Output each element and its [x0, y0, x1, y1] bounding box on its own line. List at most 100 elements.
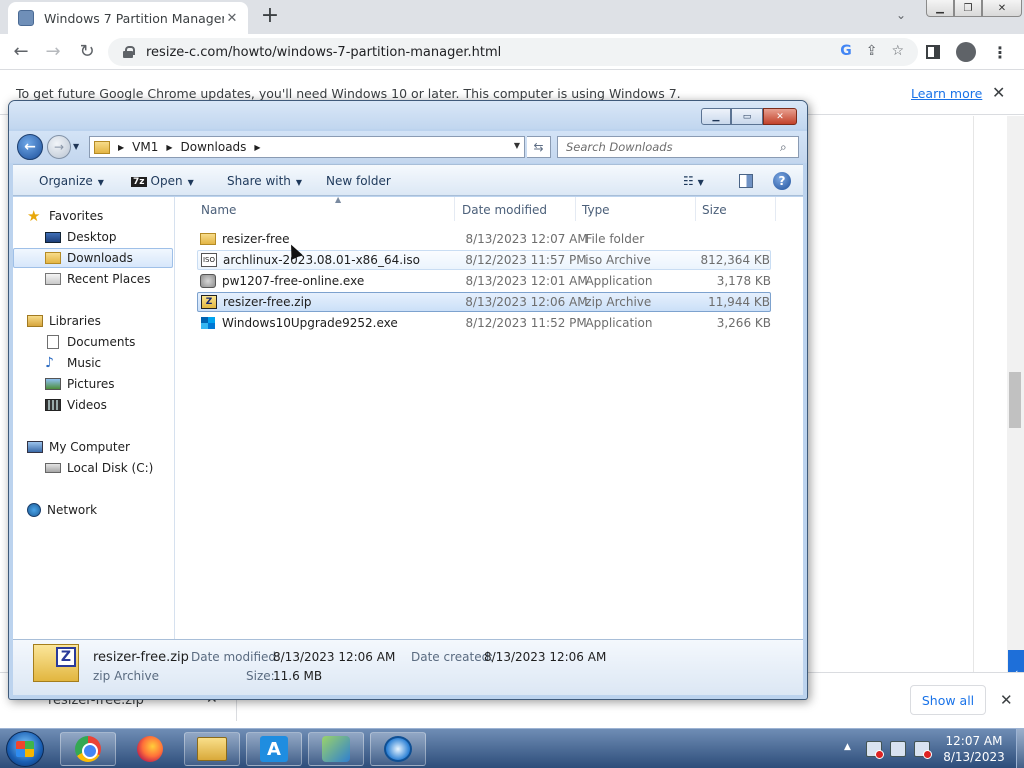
infobar-close-icon[interactable]: ✕ [992, 83, 1005, 102]
nav-recent-places[interactable]: Recent Places [13, 269, 173, 289]
nav-music[interactable]: ♪ Music [13, 353, 173, 373]
nav-desktop[interactable]: Desktop [13, 227, 173, 247]
file-type: Application [585, 274, 653, 288]
back-arrow-icon[interactable]: ← [8, 40, 34, 66]
start-button[interactable] [6, 731, 44, 767]
explorer-minimize-button[interactable]: ▁ [701, 108, 731, 125]
google-lens-icon[interactable]: G [840, 43, 852, 59]
lock-icon[interactable] [122, 46, 135, 58]
chrome-minimize-button[interactable]: ▁ [926, 0, 954, 17]
side-panel-icon[interactable] [926, 45, 940, 59]
column-header-date[interactable]: Date modified [456, 197, 576, 221]
documents-icon [47, 335, 59, 349]
videos-icon [45, 399, 61, 411]
tab-title: Windows 7 Partition Manager – Fre [44, 10, 224, 26]
taskbar-av-button[interactable]: A [246, 732, 302, 766]
explorer-maximize-button[interactable]: ▭ [731, 108, 763, 125]
action-center-icon[interactable] [866, 741, 884, 759]
file-size: 3,266 KB [716, 316, 771, 330]
breadcrumb-arrow-icon[interactable]: ▶ [250, 143, 264, 152]
explorer-refresh-icon[interactable]: ⇆ [527, 136, 551, 158]
nav-my-computer[interactable]: My Computer [13, 437, 173, 457]
forward-arrow-icon[interactable]: → [40, 40, 66, 66]
explorer-address-bar[interactable]: ▶ VM1 ▶ Downloads ▶ ▼ [89, 136, 525, 158]
file-row[interactable]: pw1207-free-online.exe 8/13/2023 12:01 A… [197, 271, 771, 291]
breadcrumb-vm1[interactable]: VM1 [128, 140, 162, 154]
taskbar-sync-button[interactable] [370, 732, 426, 766]
nav-pictures[interactable]: Pictures [13, 374, 173, 394]
nav-videos[interactable]: Videos [13, 395, 173, 415]
nav-downloads[interactable]: Downloads [13, 248, 173, 268]
scrollbar-thumb[interactable] [1009, 372, 1021, 428]
url-text[interactable]: resize-c.com/howto/windows-7-partition-m… [146, 45, 501, 60]
profile-avatar-icon[interactable] [956, 42, 976, 62]
tab-close-icon[interactable]: ✕ [224, 11, 240, 26]
network-status-icon[interactable] [890, 741, 906, 757]
explorer-back-icon[interactable]: ← [17, 134, 43, 160]
help-icon[interactable]: ? [773, 172, 791, 190]
chrome-close-button[interactable]: ✕ [982, 0, 1022, 17]
bookmark-star-icon[interactable]: ☆ [891, 43, 904, 59]
sort-ascending-icon: ▲ [335, 195, 342, 204]
system-clock[interactable]: 12:07 AM 8/13/2023 [936, 733, 1012, 765]
nav-recent-places-label: Recent Places [67, 272, 151, 286]
chrome-restore-button[interactable]: ❐ [954, 0, 982, 17]
nav-network-label: Network [47, 503, 98, 517]
nav-network[interactable]: Network [13, 500, 173, 520]
nav-favorites[interactable]: ★ Favorites [27, 206, 187, 226]
organize-button[interactable]: Organize ▼ [39, 174, 104, 188]
share-icon[interactable]: ⇪ [866, 43, 878, 59]
file-name: archlinux-2023.08.01-x86_64.iso [223, 253, 420, 267]
change-view-icon[interactable]: ☷ ▼ [683, 174, 704, 188]
learn-more-link[interactable]: Learn more [911, 86, 982, 101]
open-dropdown-icon: ▼ [187, 178, 194, 187]
breadcrumb-arrow-icon[interactable]: ▶ [114, 143, 128, 152]
breadcrumb-downloads[interactable]: Downloads [177, 140, 251, 154]
download-shelf-close-icon[interactable]: ✕ [1000, 691, 1013, 709]
open-button[interactable]: 7z Open ▼ [131, 174, 194, 188]
taskbar-firefox-button[interactable] [122, 732, 178, 766]
browser-tab[interactable]: Windows 7 Partition Manager – Fre ✕ [8, 2, 248, 34]
nav-documents[interactable]: Documents [13, 332, 173, 352]
file-name: resizer-free.zip [223, 295, 312, 309]
file-row[interactable]: ISO archlinux-2023.08.01-x86_64.iso 8/12… [197, 250, 771, 270]
file-row[interactable]: resizer-free 8/13/2023 12:07 AM File fol… [197, 229, 771, 249]
file-row[interactable]: Windows10Upgrade9252.exe 8/12/2023 11:52… [197, 313, 771, 333]
chrome-menu-icon[interactable]: ⋮ [992, 43, 1008, 62]
taskbar-chrome-button[interactable] [60, 732, 116, 766]
new-folder-button[interactable]: New folder [326, 174, 391, 188]
taskbar-explorer-button[interactable] [184, 732, 240, 766]
explorer-title-bar[interactable]: ▁ ▭ ✕ [9, 101, 807, 129]
music-note-icon: ♪ [45, 355, 54, 371]
av-app-icon: A [260, 736, 288, 762]
tab-search-chevron-icon[interactable]: ⌄ [896, 8, 906, 22]
search-icon[interactable]: ⌕ [780, 140, 798, 155]
taskbar-tools-button[interactable] [308, 732, 364, 766]
address-dropdown-icon[interactable]: ▼ [514, 141, 520, 150]
column-header-size[interactable]: Size [696, 197, 776, 221]
show-all-button[interactable]: Show all [910, 685, 986, 715]
volume-muted-icon[interactable] [914, 741, 932, 759]
breadcrumb-arrow-icon[interactable]: ▶ [162, 143, 176, 152]
address-bar[interactable]: resize-c.com/howto/windows-7-partition-m… [108, 38, 918, 66]
tray-expand-icon[interactable]: ▲ [844, 742, 851, 752]
firefox-icon [137, 736, 163, 762]
preview-pane-icon[interactable] [739, 174, 753, 188]
explorer-forward-icon[interactable]: → [47, 135, 71, 159]
clock-time: 12:07 AM [945, 734, 1003, 748]
recent-locations-dropdown-icon[interactable]: ▼ [73, 142, 79, 151]
reload-icon[interactable]: ↻ [74, 40, 100, 66]
sync-app-icon [384, 736, 412, 762]
explorer-close-button[interactable]: ✕ [763, 108, 797, 125]
column-header-name[interactable]: Name ▲ [195, 195, 455, 221]
show-desktop-button[interactable] [1016, 729, 1024, 768]
share-with-button[interactable]: Share with ▼ [227, 174, 302, 188]
nav-local-disk[interactable]: Local Disk (C:) [13, 458, 173, 478]
column-header-type[interactable]: Type [576, 197, 696, 221]
hard-disk-icon [45, 463, 61, 473]
file-row-selected[interactable]: Z resizer-free.zip 8/13/2023 12:06 AM zi… [197, 292, 771, 312]
new-tab-button[interactable]: + [258, 5, 282, 29]
explorer-search-input[interactable]: Search Downloads ⌕ [557, 136, 799, 158]
search-placeholder[interactable]: Search Downloads [566, 140, 780, 154]
nav-libraries[interactable]: Libraries [13, 311, 173, 331]
